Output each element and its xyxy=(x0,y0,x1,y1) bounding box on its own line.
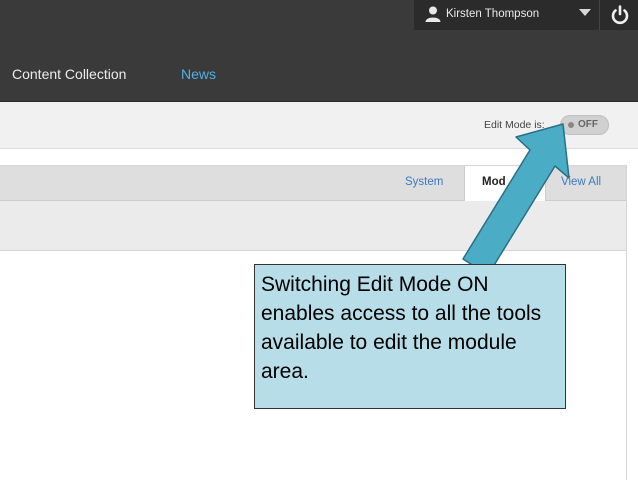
divider xyxy=(599,0,600,30)
tab-view-all[interactable]: View All xyxy=(561,176,601,188)
tab-row: System Mod View All xyxy=(0,166,626,201)
module-subheader xyxy=(0,201,626,251)
nav-content-collection[interactable]: Content Collection xyxy=(12,66,126,82)
edit-mode-toggle[interactable]: OFF xyxy=(560,115,609,135)
toggle-indicator-icon xyxy=(568,122,574,128)
user-menu-bar: Kirsten Thompson xyxy=(414,0,638,30)
callout-text: Switching Edit Mode ON enables access to… xyxy=(261,273,542,383)
tab-system[interactable]: System xyxy=(405,176,443,188)
user-icon xyxy=(425,6,441,22)
chevron-down-icon[interactable] xyxy=(579,9,591,16)
edit-mode-state: OFF xyxy=(578,119,598,130)
edit-mode-bar: Edit Mode is: OFF xyxy=(0,102,638,149)
power-icon[interactable] xyxy=(609,4,631,26)
user-name[interactable]: Kirsten Thompson xyxy=(446,8,539,20)
callout-box: Switching Edit Mode ON enables access to… xyxy=(254,264,566,409)
tab-module[interactable]: Mod xyxy=(464,166,546,201)
edit-mode-label: Edit Mode is: xyxy=(484,119,545,131)
top-navigation-bar: Kirsten Thompson Content Collection News xyxy=(0,0,638,102)
nav-news[interactable]: News xyxy=(181,66,216,82)
tab-module-label: Mod xyxy=(482,176,506,188)
